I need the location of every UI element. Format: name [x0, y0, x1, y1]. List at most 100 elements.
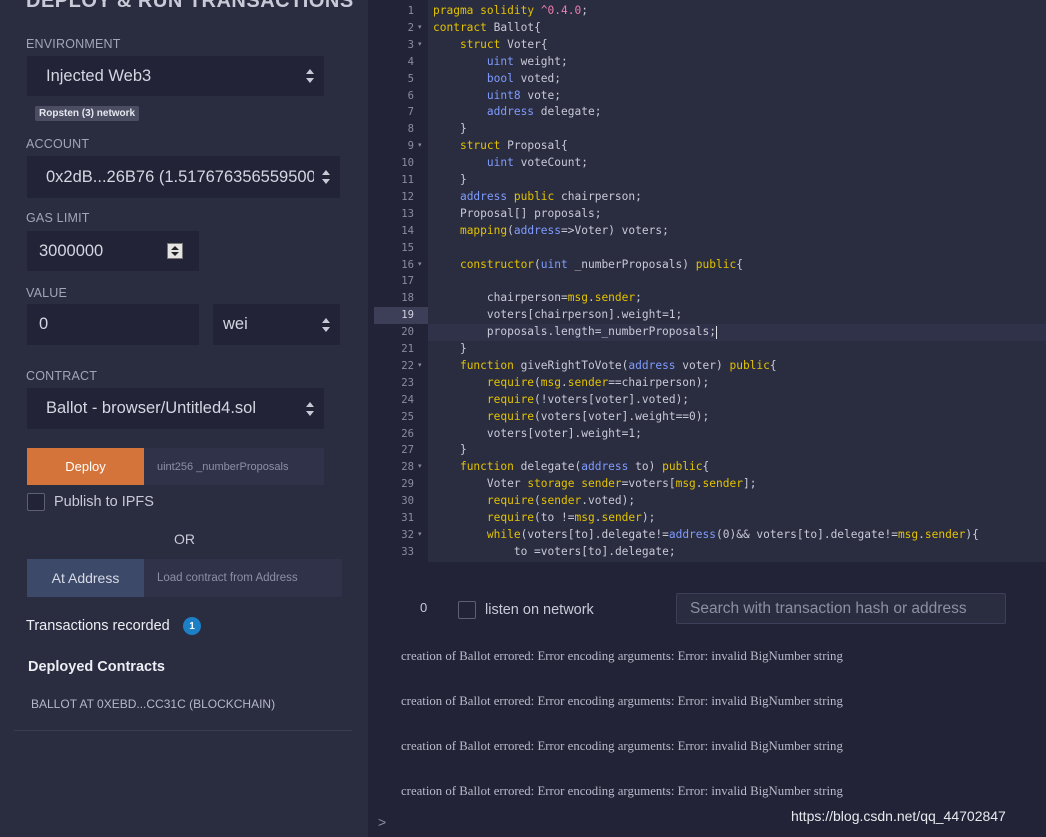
- select-arrows-icon: [322, 170, 330, 184]
- select-arrows-icon: [322, 317, 330, 332]
- code-line[interactable]: while(voters[to].delegate!=address(0)&& …: [433, 527, 979, 544]
- select-arrows-icon: [306, 401, 314, 416]
- fold-toggle-icon[interactable]: ▾: [418, 358, 426, 375]
- code-line[interactable]: constructor(uint _numberProposals) publi…: [433, 257, 743, 274]
- code-editor[interactable]: 1 2 ▾ 3 ▾ 4 5 6 7 8 9 ▾ 10 11 12 13 14 15 16 ▾ 17 18 19 20 21 22 ▾…: [374, 0, 1046, 562]
- log-entry[interactable]: creation of Ballot errored: Error encodi…: [401, 694, 843, 709]
- at-address-input[interactable]: Load contract from Address: [144, 559, 342, 597]
- line-number: 12: [401, 190, 414, 203]
- text-cursor: [715, 325, 717, 339]
- code-line[interactable]: address delegate;: [433, 104, 602, 121]
- account-value: 0x2dB...26B76 (1.517676356559500: [46, 167, 314, 186]
- line-number: 16: [401, 258, 414, 271]
- pending-tx-count: 0: [420, 600, 428, 615]
- line-number: 27: [401, 444, 414, 457]
- code-line[interactable]: function delegate(address to) public{: [433, 459, 709, 476]
- code-line[interactable]: }: [433, 341, 467, 358]
- line-number: 19: [374, 307, 428, 325]
- contract-select[interactable]: Ballot - browser/Untitled4.sol: [27, 388, 324, 429]
- code-line[interactable]: proposals.length=_numberProposals;: [428, 324, 1046, 341]
- code-line[interactable]: bool voted;: [433, 71, 561, 88]
- line-number: 21: [401, 343, 414, 355]
- code-line[interactable]: struct Proposal{: [433, 138, 568, 155]
- code-line[interactable]: require(voters[voter].weight==0);: [433, 409, 709, 426]
- line-number: 32: [401, 528, 414, 541]
- watermark-text: https://blog.csdn.net/qq_44702847: [791, 808, 1006, 824]
- code-line[interactable]: struct Voter{: [433, 37, 548, 54]
- listen-network-checkbox[interactable]: [458, 601, 476, 619]
- gas-limit-value: 3000000: [39, 241, 104, 260]
- deploy-run-panel: DEPLOY & RUN TRANSACTIONS ENVIRONMENT In…: [0, 0, 368, 837]
- line-number: 18: [401, 292, 414, 305]
- code-line[interactable]: function giveRightToVote(address voter) …: [433, 358, 777, 375]
- code-line[interactable]: mapping(address=>Voter) voters;: [433, 223, 669, 240]
- line-number: 1: [407, 5, 414, 17]
- line-number: 6: [407, 89, 414, 102]
- line-number: 28: [401, 461, 414, 474]
- deploy-button[interactable]: Deploy: [27, 448, 144, 485]
- contract-value: Ballot - browser/Untitled4.sol: [46, 399, 257, 417]
- code-line[interactable]: to =voters[to].delegate;: [433, 544, 676, 561]
- code-line[interactable]: }: [433, 442, 467, 459]
- terminal-output[interactable]: creation of Ballot errored: Error encodi…: [374, 628, 1046, 837]
- line-number: 14: [401, 224, 414, 237]
- value-unit: wei: [223, 315, 248, 333]
- fold-toggle-icon[interactable]: ▾: [418, 138, 426, 155]
- line-number: 9: [407, 140, 414, 153]
- value-input[interactable]: 0: [27, 304, 199, 345]
- fold-toggle-icon[interactable]: ▾: [418, 20, 426, 37]
- account-select[interactable]: 0x2dB...26B76 (1.517676356559500: [27, 156, 340, 198]
- line-number: 20: [401, 326, 414, 339]
- code-line[interactable]: uint8 vote;: [433, 88, 561, 105]
- code-line[interactable]: voters[chairperson].weight=1;: [433, 307, 682, 324]
- fold-toggle-icon[interactable]: ▾: [418, 459, 426, 476]
- terminal-prompt[interactable]: >: [378, 814, 386, 830]
- transactions-count-badge: 1: [183, 617, 201, 635]
- panel-title: DEPLOY & RUN TRANSACTIONS: [26, 0, 354, 12]
- code-line[interactable]: uint weight;: [433, 54, 568, 71]
- line-number: 10: [401, 157, 414, 170]
- publish-ipfs-checkbox[interactable]: [27, 493, 45, 511]
- fold-toggle-icon[interactable]: ▾: [418, 37, 426, 54]
- select-arrows-icon: [306, 69, 314, 83]
- code-line[interactable]: voters[voter].weight=1;: [433, 426, 642, 443]
- environment-select[interactable]: Injected Web3: [27, 56, 324, 96]
- code-line[interactable]: chairperson=msg.sender;: [433, 290, 642, 307]
- code-line[interactable]: }: [433, 172, 467, 189]
- or-divider: OR: [174, 531, 195, 547]
- line-number: 24: [401, 393, 414, 406]
- account-label: ACCOUNT: [26, 137, 90, 151]
- code-line[interactable]: require(!voters[voter].voted);: [433, 392, 689, 409]
- fold-toggle-icon[interactable]: ▾: [418, 527, 426, 544]
- code-line[interactable]: uint voteCount;: [433, 155, 588, 172]
- code-line[interactable]: require(msg.sender==chairperson);: [433, 375, 709, 392]
- value-unit-select[interactable]: wei: [213, 304, 340, 345]
- code-line[interactable]: contract Ballot{: [433, 20, 541, 37]
- at-address-button[interactable]: At Address: [27, 559, 144, 597]
- deployed-contracts-title: Deployed Contracts: [28, 659, 165, 675]
- line-number: 29: [401, 478, 414, 491]
- code-line[interactable]: require(to !=msg.sender);: [433, 510, 655, 527]
- line-number: 25: [401, 410, 414, 423]
- line-number: 23: [401, 376, 414, 389]
- code-line[interactable]: Voter storage sender=voters[msg.sender];: [433, 476, 757, 493]
- network-badge: Ropsten (3) network: [35, 106, 140, 121]
- fold-toggle-icon[interactable]: ▾: [418, 257, 426, 274]
- deploy-args-input[interactable]: uint256 _numberProposals: [144, 448, 324, 485]
- log-entry[interactable]: creation of Ballot errored: Error encodi…: [401, 784, 843, 799]
- terminal-search-input[interactable]: Search with transaction hash or address: [676, 593, 1006, 624]
- code-line[interactable]: }: [433, 121, 467, 138]
- value-label: VALUE: [26, 286, 68, 300]
- code-line[interactable]: address public chairperson;: [433, 189, 642, 206]
- line-number: 13: [401, 207, 414, 220]
- gas-limit-spinner-icon[interactable]: [167, 243, 183, 259]
- transactions-recorded-label[interactable]: Transactions recorded: [26, 618, 170, 634]
- publish-ipfs-label: Publish to IPFS: [54, 494, 154, 510]
- code-line[interactable]: pragma solidity ^0.4.0;: [433, 3, 588, 20]
- line-number: 5: [407, 72, 414, 85]
- deployed-contract-item[interactable]: BALLOT AT 0XEBD...CC31C (BLOCKCHAIN): [31, 697, 275, 711]
- code-line[interactable]: Proposal[] proposals;: [433, 206, 601, 223]
- code-line[interactable]: require(sender.voted);: [433, 493, 635, 510]
- log-entry[interactable]: creation of Ballot errored: Error encodi…: [401, 739, 843, 754]
- log-entry[interactable]: creation of Ballot errored: Error encodi…: [401, 649, 843, 664]
